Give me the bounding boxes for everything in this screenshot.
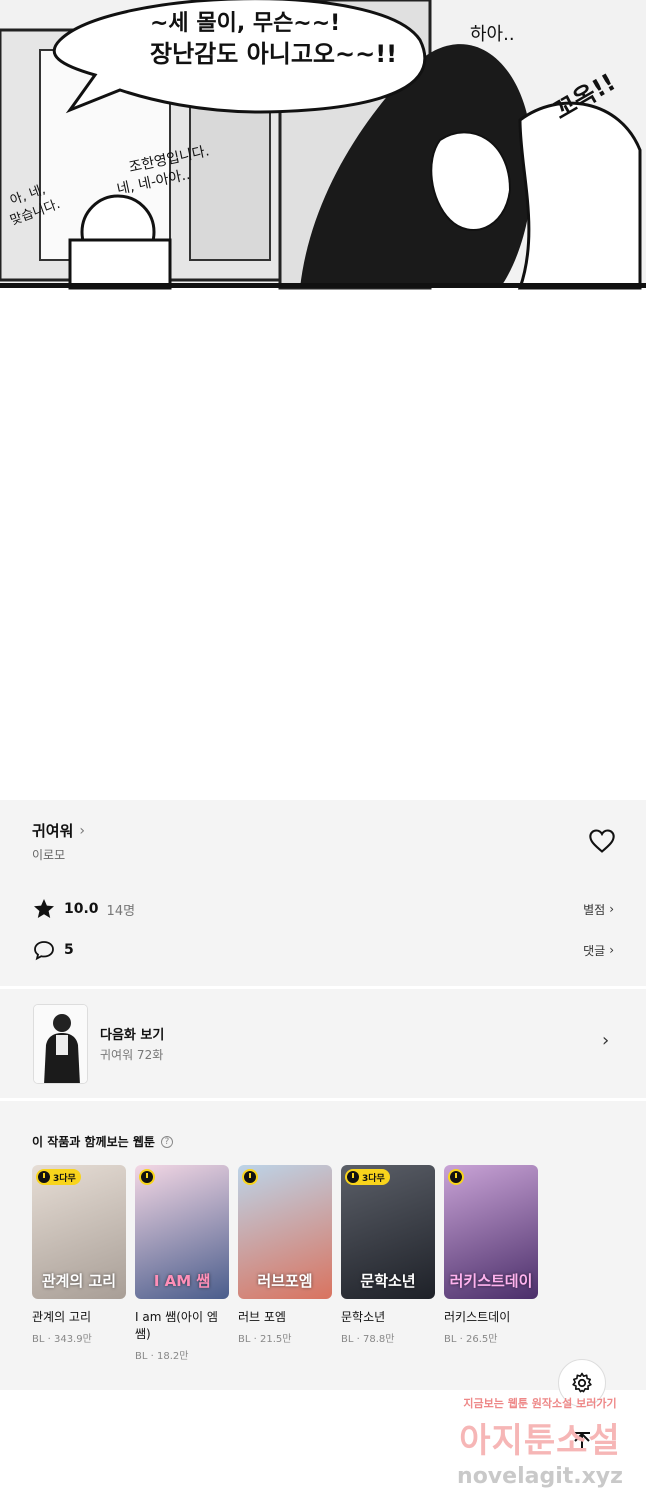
free-badge: 3다무 xyxy=(36,1169,81,1185)
free-badge xyxy=(448,1169,464,1185)
comic-illustration: ~세 몰이, 무슨~~! 장난감도 아니고오~~!! 조한영입니다. 네, 네-… xyxy=(0,0,646,290)
rating-button-label: 별점 xyxy=(583,902,606,917)
recommendation-title: 관계의 고리 xyxy=(32,1310,92,1324)
comments-button[interactable]: 댓글 › xyxy=(583,942,614,959)
chevron-right-icon: › xyxy=(609,943,614,957)
heart-icon[interactable] xyxy=(588,828,616,854)
help-icon[interactable]: ? xyxy=(160,1135,173,1148)
watermark-top-text: 지금보는 웹툰 원작소설 보러가기 xyxy=(463,1397,617,1410)
rating-row: 10.0 14명 별점 › xyxy=(32,896,614,922)
rating-score: 10.0 xyxy=(64,901,99,917)
comment-count: 5 xyxy=(64,942,74,958)
cover-title: 러브포엠 xyxy=(257,1272,313,1290)
recommendation-cover: 3다무 문학소년 xyxy=(341,1165,435,1299)
cover-title: I AM 쌤 xyxy=(153,1272,211,1290)
recommendation-card[interactable]: 3다무 문학소년 문학소년 BL · 78.8만 xyxy=(341,1165,435,1362)
comment-bubble-icon xyxy=(34,941,54,961)
recommendations-list: 3다무 관계의 고리 관계의 고리 BL · 343.9만 I AM 쌤 I a… xyxy=(32,1165,538,1362)
next-episode-thumbnail xyxy=(33,1004,88,1084)
next-episode-label: 다음화 보기 xyxy=(100,1028,165,1043)
clock-icon xyxy=(347,1171,359,1183)
recommendation-card[interactable]: 3다무 관계의 고리 관계의 고리 BL · 343.9만 xyxy=(32,1165,126,1362)
recommendation-cover: I AM 쌤 xyxy=(135,1165,229,1299)
watermark: 지금보는 웹툰 원작소설 보러가기 아지툰소설 novelagit.xyz xyxy=(440,1395,640,1490)
clock-icon xyxy=(450,1171,462,1183)
recommendations-heading: 이 작품과 함께보는 웹툰 ? xyxy=(32,1133,173,1150)
watermark-url: novelagit.xyz xyxy=(457,1464,623,1489)
watermark-main-text: 아지툰소설 xyxy=(459,1421,621,1461)
star-icon xyxy=(34,899,54,918)
free-badge xyxy=(139,1169,155,1185)
work-title: 귀여워 xyxy=(32,822,74,840)
cover-title: 관계의 고리 xyxy=(41,1272,117,1290)
recommendation-title: 문학소년 xyxy=(341,1310,386,1324)
section-divider xyxy=(0,1098,646,1101)
recommendation-meta: BL · 78.8만 xyxy=(341,1334,395,1345)
recommendation-meta: BL · 343.9만 xyxy=(32,1334,92,1345)
episode-info-panel: 귀여워 › 이로모 10.0 14명 별점 › 5 댓글 › 다음화 보기 귀여… xyxy=(0,800,646,1390)
bubble-line-2: 장난감도 아니고오~~!! xyxy=(150,40,397,68)
cover-title: 문학소년 xyxy=(360,1272,416,1290)
cover-title: 러키스트데이 xyxy=(449,1272,533,1290)
recommendation-meta: BL · 18.2만 xyxy=(135,1351,189,1362)
recommendation-meta: BL · 26.5만 xyxy=(444,1334,498,1345)
clock-icon xyxy=(244,1171,256,1183)
next-episode-subtitle: 귀여워 72화 xyxy=(100,1048,164,1062)
gear-icon xyxy=(572,1372,592,1393)
chevron-right-icon: › xyxy=(609,902,614,916)
recommendation-cover: 러브포엠 xyxy=(238,1165,332,1299)
clock-icon xyxy=(38,1171,50,1183)
recommendation-title: 러키스트데이 xyxy=(444,1310,511,1324)
bubble-line-1: ~세 몰이, 무슨~~! xyxy=(150,11,340,36)
work-title-link[interactable]: 귀여워 › xyxy=(32,820,85,841)
recommendation-title: 러브 포엠 xyxy=(238,1310,286,1324)
rating-count: 14명 xyxy=(106,903,136,919)
recommendation-meta: BL · 21.5만 xyxy=(238,1334,292,1345)
free-badge: 3다무 xyxy=(345,1169,390,1185)
recommendation-title: I am 쌤(아이 엠 쌤) xyxy=(135,1310,218,1341)
work-author: 이로모 xyxy=(32,848,66,862)
section-divider xyxy=(0,986,646,989)
recommendation-cover: 3다무 관계의 고리 xyxy=(32,1165,126,1299)
recommendations-title: 이 작품과 함께보는 웹툰 xyxy=(32,1135,155,1149)
chevron-right-icon: › xyxy=(79,822,86,839)
comments-row: 5 댓글 › xyxy=(32,937,614,963)
comments-button-label: 댓글 xyxy=(583,943,606,958)
clock-icon xyxy=(141,1171,153,1183)
free-badge xyxy=(242,1169,258,1185)
next-episode-button[interactable]: 다음화 보기 귀여워 72화 › xyxy=(0,990,646,1098)
chevron-right-icon: › xyxy=(602,1030,610,1051)
comic-panel: ~세 몰이, 무슨~~! 장난감도 아니고오~~!! 조한영입니다. 네, 네-… xyxy=(0,0,646,300)
recommendation-card[interactable]: 러키스트데이 러키스트데이 BL · 26.5만 xyxy=(444,1165,538,1362)
comic-sfx-1: 하아.. xyxy=(470,24,515,45)
recommendation-card[interactable]: I AM 쌤 I am 쌤(아이 엠 쌤) BL · 18.2만 xyxy=(135,1165,229,1362)
recommendation-cover: 러키스트데이 xyxy=(444,1165,538,1299)
rating-button[interactable]: 별점 › xyxy=(583,901,614,918)
recommendation-card[interactable]: 러브포엠 러브 포엠 BL · 21.5만 xyxy=(238,1165,332,1362)
